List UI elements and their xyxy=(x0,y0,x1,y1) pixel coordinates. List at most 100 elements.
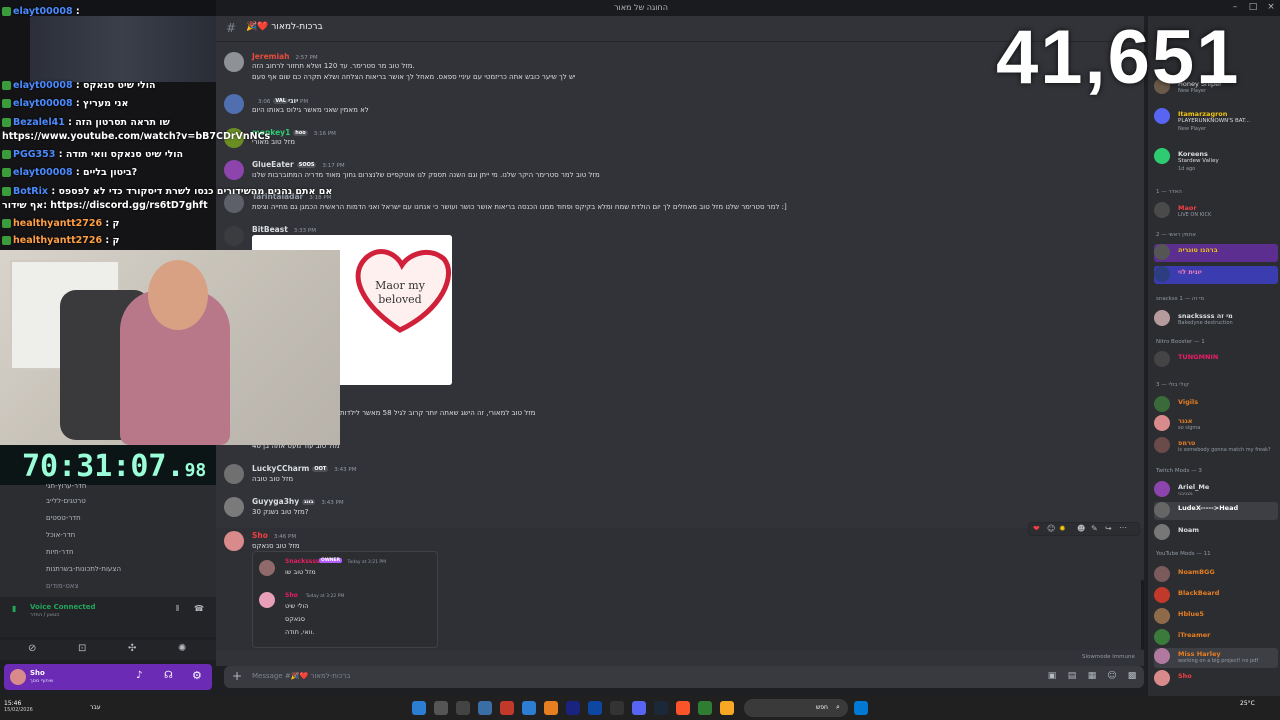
avatar xyxy=(259,592,275,608)
fire-reaction-icon[interactable]: ✹ xyxy=(1059,524,1066,533)
apps-icon[interactable]: ▩ xyxy=(1126,671,1138,683)
brave-icon[interactable] xyxy=(676,701,690,715)
headphones-icon[interactable]: ☊ xyxy=(164,670,173,681)
avatar xyxy=(1154,437,1170,453)
gif-icon[interactable]: ▤ xyxy=(1066,671,1078,683)
avatar xyxy=(1154,481,1170,497)
avatar xyxy=(1154,608,1170,624)
heart-reaction-icon[interactable]: ❤ xyxy=(1033,524,1040,533)
sticker-icon[interactable]: ▦ xyxy=(1086,671,1098,683)
emoji-reaction-icon[interactable]: ☺ xyxy=(1047,524,1055,533)
quote-author: Snackssss OWNER Today at 3:21 PM xyxy=(285,558,387,565)
channel-item[interactable]: חדר-טסטים xyxy=(46,514,81,522)
avatar xyxy=(1154,566,1170,582)
message-text: מזל טוב נשנק 30? xyxy=(252,508,309,516)
member-item[interactable]: LudeX----->Head xyxy=(1154,502,1278,520)
voice-status[interactable]: Voice Connected xyxy=(30,603,96,611)
gift-icon[interactable]: ▣ xyxy=(1046,671,1058,683)
noise-suppression-icon[interactable]: ⫴ xyxy=(176,604,179,614)
taskbar-clock[interactable]: 15:46 15/02/2026 xyxy=(4,700,33,713)
message-author[interactable]: GlueEater SOOS 3:17 PM xyxy=(252,160,345,169)
app-icon[interactable] xyxy=(588,701,602,715)
member-item[interactable]: Miss Harley working on a big project! no… xyxy=(1154,648,1278,668)
avatar[interactable] xyxy=(224,226,244,246)
window-title: החוגה של מאור xyxy=(614,3,668,12)
camera-icon[interactable]: ⊘ xyxy=(28,643,36,654)
avatar xyxy=(1154,648,1170,664)
avatar[interactable] xyxy=(10,669,26,685)
message-placeholder: Message #🎉❤️ ברכות-למאור xyxy=(252,672,351,680)
discord-icon[interactable] xyxy=(632,701,646,715)
weather[interactable]: 25°C xyxy=(1240,700,1255,707)
avatar[interactable] xyxy=(224,531,244,551)
explorer-icon[interactable] xyxy=(412,701,426,715)
taskbar-search[interactable]: חפש ⌕ xyxy=(744,699,848,717)
avatar xyxy=(1154,524,1170,540)
chat-line: elayt00008 : הולי שיט סנאקס xyxy=(2,80,156,91)
channel-item[interactable]: טרטגים-ללייב xyxy=(46,497,86,505)
language-indicator[interactable]: עבר xyxy=(90,704,101,711)
forward-icon[interactable]: ↪ xyxy=(1105,524,1112,533)
app-icon[interactable] xyxy=(566,701,580,715)
avatar[interactable] xyxy=(224,497,244,517)
user-panel: Sho שיתוף מסך ♪ ☊ ⚙ xyxy=(4,664,212,690)
webcam-feed xyxy=(0,250,340,445)
emoji-icon[interactable]: ☺ xyxy=(1106,671,1118,683)
message-text: מזל טוב טובה xyxy=(252,475,294,483)
minimize-icon[interactable]: – xyxy=(1228,2,1242,14)
steam-icon[interactable] xyxy=(654,701,668,715)
activities-icon[interactable]: ✣ xyxy=(128,643,136,654)
edit-icon[interactable]: ✎ xyxy=(1091,524,1098,533)
channel-item[interactable]: חדר-ערוץ-חגי xyxy=(46,482,86,490)
app-icon[interactable] xyxy=(500,701,514,715)
app-icon[interactable] xyxy=(434,701,448,715)
member-item[interactable]: ברהנו טונריה xyxy=(1154,244,1278,262)
channel-item[interactable]: צאט-מודים xyxy=(46,582,79,590)
app-icon[interactable] xyxy=(610,701,624,715)
close-icon[interactable]: × xyxy=(1264,2,1278,14)
microphone-icon[interactable]: ♪ xyxy=(136,670,142,681)
category-header: Nitro Booster — 1 xyxy=(1156,339,1205,345)
more-icon[interactable]: ⋯ xyxy=(1119,523,1127,532)
message-author[interactable]: Jeremiah 2:57 PM xyxy=(252,52,318,61)
avatar[interactable] xyxy=(224,94,244,114)
message-input[interactable]: + Message #🎉❤️ ברכות-למאור ▣ ▤ ▦ ☺ ▩ xyxy=(224,666,1144,688)
settings-gear-icon[interactable]: ⚙ xyxy=(192,669,202,682)
avatar xyxy=(1154,148,1170,164)
app-icon[interactable] xyxy=(522,701,536,715)
chat-line: elayt00008 : xyxy=(2,6,80,17)
screen: החוגה של מאור – □ × # 🎉❤️ ברכות-למאור Je… xyxy=(0,0,1280,720)
app-icon[interactable] xyxy=(544,701,558,715)
message-author[interactable]: Sho 3:46 PM xyxy=(252,531,296,540)
app-icon[interactable] xyxy=(698,701,712,715)
app-icon[interactable] xyxy=(456,701,470,715)
message-author[interactable]: BitBeast 3:33 PM xyxy=(252,225,316,234)
message-text: מזל טוב למאורי, זה הישג שאתה יותר קרוב ל… xyxy=(340,409,536,417)
category-header: snackss מי זה — 1 xyxy=(1156,296,1205,302)
avatar xyxy=(1154,629,1170,645)
channel-item[interactable]: חדר-חיות xyxy=(46,548,74,556)
message-author[interactable]: יוגיVAL3:06 PM xyxy=(252,96,308,105)
avatar[interactable] xyxy=(224,160,244,180)
channel-item[interactable]: הצעות-לתכונות-בשרתנות xyxy=(46,565,121,573)
app-icon[interactable] xyxy=(478,701,492,715)
webcam-thumbnail xyxy=(30,16,216,82)
message-author[interactable]: Guyyga3hy בונג 3:43 PM xyxy=(252,497,344,506)
attach-plus-icon[interactable]: + xyxy=(230,669,244,683)
member-item[interactable]: יונית לוי xyxy=(1154,266,1278,284)
add-reaction-icon[interactable]: ☻ xyxy=(1077,524,1085,533)
screen-share-icon[interactable]: ⊡ xyxy=(78,643,86,654)
voice-channel: הטאון / החדר xyxy=(30,612,60,618)
channel-item[interactable]: חדר-אוכל xyxy=(46,531,75,539)
maximize-icon[interactable]: □ xyxy=(1246,2,1260,14)
avatar xyxy=(1154,502,1170,518)
disconnect-icon[interactable]: ☎ xyxy=(194,604,204,613)
soundboard-icon[interactable]: ✺ xyxy=(178,643,186,654)
chat-scrollbar[interactable] xyxy=(1141,580,1144,650)
avatar[interactable] xyxy=(224,464,244,484)
image-caption-line2: beloved xyxy=(378,293,421,306)
message-author[interactable]: LuckyCCharm OOT 3:43 PM xyxy=(252,464,356,473)
start-icon[interactable] xyxy=(854,701,868,715)
avatar[interactable] xyxy=(224,52,244,72)
folder-icon[interactable] xyxy=(720,701,734,715)
